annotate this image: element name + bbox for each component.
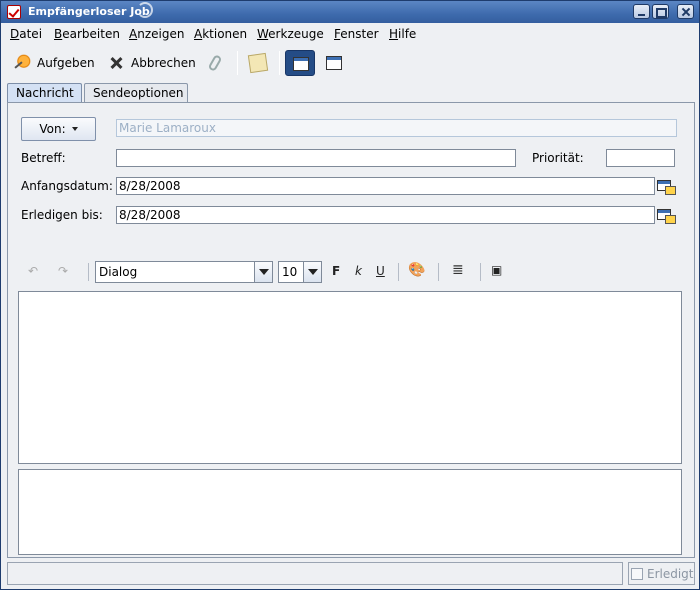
chevron-down-icon[interactable] [254,262,272,282]
underline-button[interactable]: U [376,264,385,278]
format-separator [438,263,439,281]
form-view-icon [285,50,315,76]
cancel-button[interactable]: Abbrechen [107,52,196,74]
menu-datei[interactable]: Datei [10,27,42,41]
tab-nachricht[interactable]: Nachricht [7,83,82,103]
submit-button[interactable]: Aufgeben [13,52,95,74]
app-window: Empfängerloser Job Datei Bearbeiten Anze… [0,0,700,590]
title-bar[interactable]: Empfängerloser Job [1,1,699,23]
subject-field[interactable] [116,149,516,167]
font-select[interactable]: Dialog [95,261,273,283]
menu-anzeigen[interactable]: Anzeigen [129,27,184,41]
font-color-icon[interactable]: 🎨 [408,262,425,278]
from-field: Marie Lamaroux [116,119,677,137]
caret-down-icon [71,127,78,131]
checkbox-icon [631,567,643,580]
paperclip-icon [207,54,223,72]
start-date-field[interactable]: 8/28/2008 [116,177,655,195]
format-separator [398,263,399,281]
main-toolbar: Aufgeben Abbrechen [1,46,699,80]
from-button[interactable]: Von: [21,117,96,141]
menu-werkzeuge[interactable]: Werkzeuge [257,27,324,41]
cancel-label: Abbrechen [131,56,196,70]
sticky-note-icon [247,52,269,74]
task-checkmark-icon [7,5,21,19]
format-separator [480,263,481,281]
priority-label: Priorität: [532,151,584,165]
menu-bar: Datei Bearbeiten Anzeigen Aktionen Werkz… [1,24,699,44]
window-title: Empfängerloser Job [28,5,150,18]
done-label: Erledigt [647,566,694,581]
minimize-button[interactable] [633,4,650,19]
menu-aktionen[interactable]: Aktionen [194,27,247,41]
maximize-button[interactable] [652,4,669,19]
pushpin-icon [13,54,31,72]
align-left-icon[interactable]: ≣ [452,262,464,278]
redo-icon[interactable]: ↷ [58,264,68,278]
due-date-field[interactable]: 8/28/2008 [116,206,655,224]
size-select[interactable]: 10 [278,261,322,283]
submit-label: Aufgeben [37,56,95,70]
chevron-down-icon[interactable] [303,262,321,282]
close-button[interactable] [677,4,694,19]
busy-swirl-icon [137,2,153,18]
subject-label: Betreff: [21,151,66,165]
menu-hilfe[interactable]: Hilfe [389,27,416,41]
from-button-label: Von: [39,122,66,136]
attachment-list[interactable] [18,469,682,555]
bold-button[interactable]: F [332,264,340,278]
font-value: Dialog [99,265,138,279]
format-toolbar: ↶ ↷ Dialog 10 F k U 🎨 ≣ ▣ [18,259,688,285]
format-separator [88,263,89,281]
calendar-icon[interactable] [657,180,676,195]
italic-button[interactable]: k [355,264,362,278]
done-checkbox[interactable]: Erledigt [628,562,695,585]
tab-sendeoptionen[interactable]: Sendeoptionen [84,83,188,102]
size-value: 10 [282,265,298,279]
message-body-editor[interactable] [18,291,682,464]
priority-field[interactable] [606,149,675,167]
attach-button[interactable] [207,52,225,74]
view-form-button[interactable] [285,49,321,77]
menu-fenster[interactable]: Fenster [334,27,379,41]
calendar-icon[interactable] [657,209,676,224]
toolbar-separator [279,51,280,75]
view-list-button[interactable] [323,52,351,74]
note-button[interactable] [247,52,273,74]
window-view-icon [323,52,345,74]
insert-table-icon[interactable]: ▣ [491,263,502,277]
undo-icon[interactable]: ↶ [28,264,38,278]
due-date-label: Erledigen bis: [21,208,103,222]
start-date-label: Anfangsdatum: [21,179,113,193]
x-icon [107,54,125,72]
toolbar-separator [237,51,238,75]
status-bar [7,562,623,585]
menu-bearbeiten[interactable]: Bearbeiten [54,27,120,41]
